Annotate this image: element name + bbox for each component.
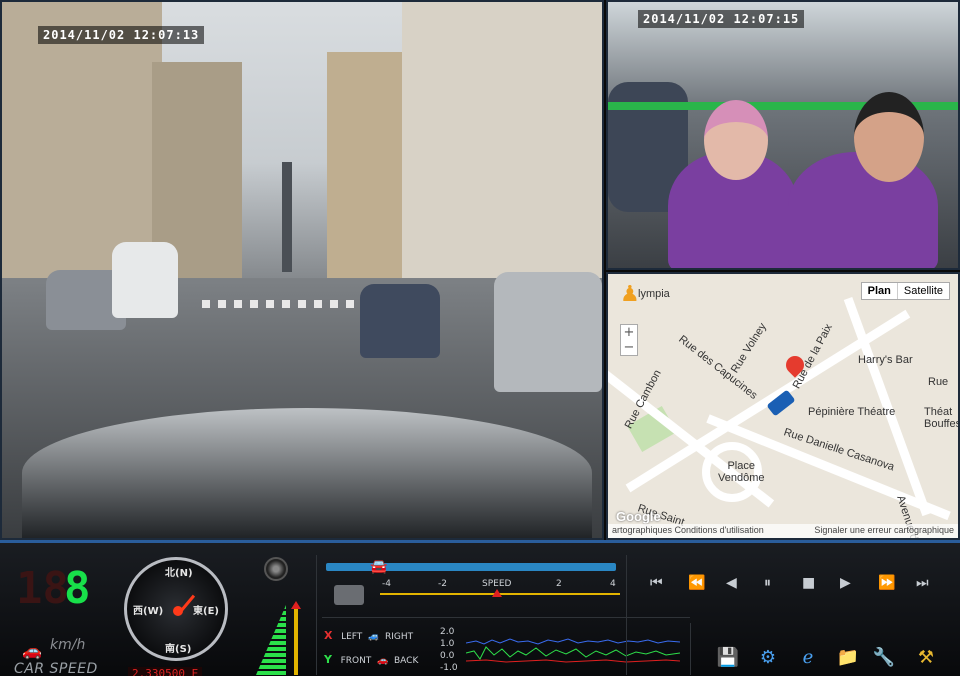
speed-tick: 2 — [556, 579, 562, 589]
divider — [626, 555, 627, 675]
compass-north: 北(N) — [165, 568, 193, 579]
gsensor-tick: 2.0 — [440, 627, 455, 637]
building-right — [402, 2, 602, 312]
map-label: lympia — [638, 288, 670, 300]
gps-coordinate: 2.330500 E — [128, 667, 203, 676]
compass: 北(N) 南(S) 東(E) 西(W) — [124, 557, 228, 661]
compass-west: 西(W) — [133, 606, 164, 617]
car-ahead — [360, 284, 440, 358]
step-back-icon[interactable]: ⏪ — [688, 575, 705, 591]
speed-unit: km/h — [50, 637, 86, 653]
gsensor-y-row: Y FRONT 🚗 BACK — [324, 653, 418, 666]
front-timestamp: 2014/11/02 12:07:13 — [38, 26, 205, 44]
divider — [316, 555, 317, 675]
left-label: LEFT — [341, 632, 363, 642]
internet-icon[interactable]: ℯ — [796, 645, 820, 669]
map-type-satellite[interactable]: Satellite — [898, 283, 949, 299]
map-view[interactable]: ♟ lympia Rue Volney Rue de la Paix Harry… — [606, 272, 960, 540]
folder-icon[interactable]: 📁 — [836, 645, 860, 669]
map-label: Harry's Bar — [858, 354, 913, 366]
skip-back-icon[interactable]: ⏮ — [650, 575, 663, 591]
compass-south: 南(S) — [165, 644, 192, 655]
google-logo: Google — [616, 509, 661, 524]
car-speed-label: CAR SPEED — [14, 661, 98, 676]
play-icon[interactable]: ▶ — [840, 575, 851, 591]
parked-van — [112, 242, 178, 318]
dashcam-player: 2014/11/02 12:07:13 2014/11/02 12:07:15 … — [0, 0, 960, 676]
zoom-control[interactable]: + − — [620, 324, 638, 356]
gsensor-graph — [466, 638, 680, 663]
map-label: Rue — [928, 376, 949, 388]
volume-knob[interactable] — [291, 601, 301, 609]
face-right — [854, 92, 924, 182]
map-footer: artographiques Conditions d'utilisation … — [608, 524, 958, 538]
divider — [690, 623, 691, 675]
map-terms-link[interactable]: artographiques Conditions d'utilisation — [612, 525, 764, 537]
stop-icon[interactable]: ■ — [802, 575, 815, 591]
speed-display: 18 8 🚗 km/h CAR SPEED — [10, 557, 110, 676]
speed-tick: -2 — [438, 579, 447, 589]
pegman-icon[interactable]: ♟ — [620, 282, 640, 307]
step-forward-icon[interactable]: ⏩ — [878, 575, 895, 591]
gsensor-line-z — [466, 659, 680, 663]
compass-hub — [173, 606, 183, 616]
speed-scale-label: SPEED — [482, 579, 512, 589]
rewind-icon[interactable]: ◀ — [726, 575, 737, 591]
x-axis-label: X — [324, 629, 333, 642]
gsensor-tick: -1.0 — [440, 663, 458, 673]
gsensor-tick: 1.0 — [440, 639, 455, 649]
y-axis-label: Y — [324, 653, 332, 666]
car-top-icon: 🚙 — [368, 632, 380, 642]
car-side-icon: 🚗 — [377, 656, 389, 666]
timeline-car-icon[interactable]: 🚘 — [370, 559, 387, 575]
hammer-wrench-icon[interactable]: ⚒ — [914, 645, 938, 669]
map-type-control[interactable]: Plan Satellite — [860, 282, 950, 300]
zoom-out-button[interactable]: − — [621, 340, 637, 355]
settings-icon[interactable]: ⚙ — [756, 645, 780, 669]
gsensor-line-x — [466, 638, 680, 645]
car-icon: 🚗 — [22, 641, 42, 660]
gsensor-x-row: X LEFT 🚙 RIGHT — [324, 629, 413, 642]
volume-track[interactable] — [294, 605, 298, 675]
back-label: BACK — [394, 656, 419, 666]
speed-digit-active: 8 — [64, 563, 91, 614]
parked-car-right — [494, 272, 602, 392]
map-type-plan[interactable]: Plan — [862, 283, 898, 299]
zoom-in-button[interactable]: + — [621, 325, 637, 340]
passenger-right — [788, 152, 938, 268]
face-left — [704, 100, 768, 180]
wrench-icon[interactable]: 🔧 — [872, 645, 896, 669]
control-dashboard: 18 8 🚗 km/h CAR SPEED 北(N) 南(S) 東(E) 西(W… — [0, 540, 960, 676]
gsensor-tick: 0.0 — [440, 651, 455, 661]
pause-icon[interactable]: ⏸ — [764, 575, 771, 591]
right-label: RIGHT — [384, 632, 414, 642]
divider — [322, 617, 690, 618]
speed-tick: 4 — [610, 579, 616, 589]
map-label: Théat Bouffes Pa — [924, 406, 960, 430]
front-camera-view[interactable]: 2014/11/02 12:07:13 — [0, 0, 604, 540]
speed-tick: -4 — [382, 579, 391, 589]
front-label: FRONT — [340, 656, 372, 666]
gsensor-line-y — [466, 646, 680, 660]
car-hood — [22, 408, 592, 538]
vendome-column — [282, 162, 292, 272]
map-report-link[interactable]: Signaler une erreur cartographique — [814, 525, 954, 537]
cabin-timestamp: 2014/11/02 12:07:15 — [638, 10, 805, 28]
camera-icon[interactable] — [334, 585, 364, 605]
speaker-icon[interactable] — [264, 557, 288, 581]
speed-digits-inactive: 18 — [16, 563, 69, 614]
map-label: Pépinière Théatre — [808, 406, 896, 418]
volume-control[interactable] — [254, 557, 304, 675]
compass-east: 東(E) — [193, 606, 219, 617]
volume-level — [256, 605, 286, 675]
save-icon[interactable]: 💾 — [716, 645, 740, 669]
cabin-camera-view[interactable]: 2014/11/02 12:07:15 — [606, 0, 960, 270]
skip-forward-icon[interactable]: ⏭ — [916, 575, 929, 591]
map-label: Rue Volney — [728, 321, 769, 376]
map-label: Place Vendôme — [718, 460, 765, 484]
crosswalk — [202, 300, 362, 308]
